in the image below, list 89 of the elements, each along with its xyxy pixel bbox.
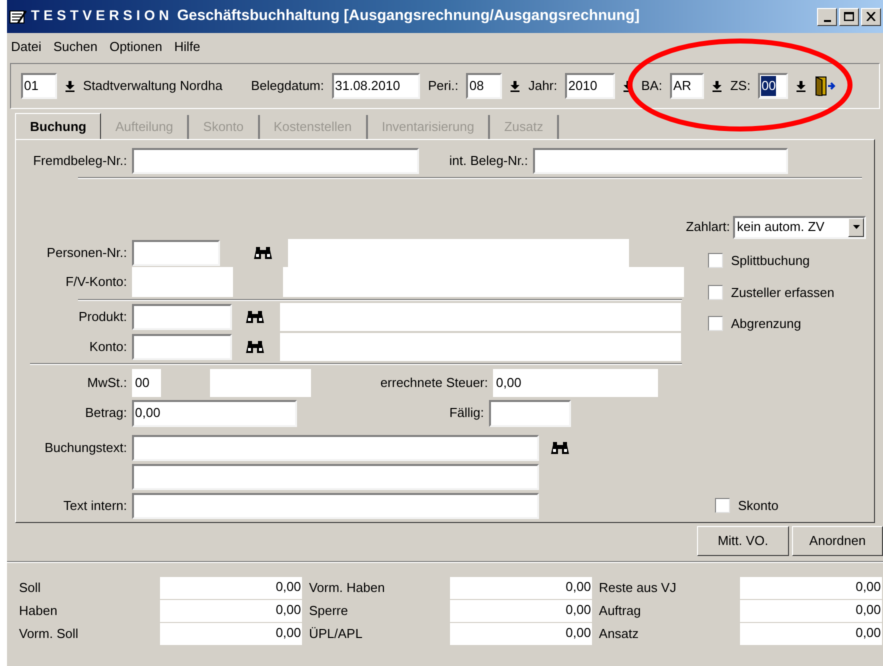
binoculars-icon[interactable]: [246, 340, 264, 354]
minimize-icon: [824, 20, 830, 22]
total-value-field: 0,00: [740, 577, 882, 599]
input-field[interactable]: [132, 304, 232, 330]
total-label: Vorm. Soll: [19, 625, 80, 644]
input-field[interactable]: [132, 492, 539, 518]
input-field[interactable]: [132, 464, 539, 490]
total-value-field: 0,00: [160, 577, 302, 599]
input-field[interactable]: [132, 334, 232, 360]
field-label: ZS:: [730, 77, 750, 96]
checkbox[interactable]: [708, 284, 723, 300]
down-arrow-icon[interactable]: [510, 80, 520, 92]
close-button[interactable]: [861, 8, 881, 26]
maximize-button[interactable]: [839, 8, 859, 26]
input-field[interactable]: 08: [466, 73, 502, 99]
field-label: Personen-Nr.:: [46, 244, 128, 262]
exit-door-icon[interactable]: [814, 76, 836, 96]
field-label: Fällig:: [448, 404, 485, 422]
field-label: Produkt:: [78, 308, 128, 326]
input-field[interactable]: 31.08.2010: [332, 73, 420, 99]
field-label: MwSt.:: [86, 374, 128, 392]
down-arrow-icon[interactable]: [712, 80, 722, 92]
input-field[interactable]: [132, 434, 539, 460]
input-field[interactable]: [132, 240, 220, 266]
menu-item[interactable]: Optionen: [109, 37, 162, 57]
total-value-field: 0,00: [160, 623, 302, 645]
app-icon: [9, 8, 27, 24]
input-field[interactable]: 00: [758, 73, 788, 99]
binoculars-icon[interactable]: [254, 246, 272, 260]
field-label: Belegdatum:: [251, 77, 324, 96]
action-button[interactable]: Anordnen: [792, 526, 883, 556]
input-field[interactable]: [132, 148, 419, 174]
checkbox[interactable]: [715, 498, 730, 513]
total-value-field: 0,00: [740, 600, 882, 622]
close-icon: [866, 12, 876, 21]
input-field[interactable]: 0,00: [493, 369, 658, 397]
menu-item[interactable]: Suchen: [53, 37, 98, 57]
total-label: Sperre: [308, 602, 349, 620]
field-label: Konto:: [88, 338, 128, 356]
total-value-field: 0,00: [450, 623, 592, 645]
checkbox[interactable]: [708, 253, 723, 268]
total-label: Reste aus VJ: [598, 579, 678, 598]
action-button[interactable]: Mitt. VO.: [697, 526, 789, 556]
dropdown-arrow-icon: [852, 225, 860, 229]
checkbox-label: Splittbuchung: [731, 252, 810, 270]
input-field[interactable]: 01: [21, 73, 57, 99]
down-arrow-icon[interactable]: [796, 80, 806, 92]
total-value-field: 0,00: [160, 600, 302, 622]
total-value-field: 0,00: [740, 623, 882, 645]
field-label: errechnete Steuer:: [379, 374, 489, 392]
maximize-icon: [844, 12, 854, 21]
binoculars-icon[interactable]: [246, 310, 264, 324]
input-field[interactable]: 00: [132, 369, 161, 397]
total-label: Vorm. Haben: [308, 579, 386, 598]
field-label: BA:: [641, 77, 662, 96]
field-label: Zahlart:: [686, 218, 730, 236]
menu-item[interactable]: Hilfe: [174, 37, 200, 57]
binoculars-icon[interactable]: [551, 440, 569, 454]
checkbox[interactable]: [708, 316, 723, 332]
window-title: TESTVERSION Geschäftsbuchhaltung [Ausgangsrechnung/Ausgangsrechnung]: [31, 6, 640, 26]
minimize-button[interactable]: [817, 8, 837, 26]
menu-item[interactable]: Datei: [11, 37, 42, 57]
field-label: Peri.:: [428, 77, 458, 96]
input-field[interactable]: 0,00: [132, 400, 297, 426]
field-label: Buchungstext:: [44, 438, 128, 457]
input-field[interactable]: [533, 148, 788, 174]
input-field[interactable]: AR: [670, 73, 704, 99]
total-label: ÜPL/APL: [308, 625, 364, 644]
tab[interactable]: Buchung: [15, 113, 102, 139]
field-label: Text intern:: [62, 496, 128, 515]
input-field[interactable]: [489, 400, 571, 426]
checkbox-label: Zusteller erfassen: [731, 284, 834, 302]
field-label: Betrag:: [84, 404, 128, 422]
input-field[interactable]: 2010: [565, 73, 616, 99]
total-value-field: 0,00: [450, 577, 592, 599]
field-label: Fremdbeleg-Nr.:: [32, 152, 128, 170]
checkbox-label: Skonto: [738, 496, 778, 515]
total-label: Soll: [19, 579, 42, 598]
mandant-name: Stadtverwaltung Nordha: [83, 77, 224, 96]
field-label: Jahr:: [528, 77, 558, 96]
dropdown[interactable]: kein autom. ZV: [733, 216, 866, 238]
total-label: Ansatz: [598, 625, 640, 644]
total-label: Auftrag: [598, 602, 642, 620]
down-arrow-icon[interactable]: [65, 80, 75, 92]
field-label: int. Beleg-Nr.:: [448, 152, 529, 170]
total-label: Haben: [19, 602, 58, 620]
field-label: F/V-Konto:: [64, 273, 128, 292]
total-value-field: 0,00: [450, 600, 592, 622]
checkbox-label: Abgrenzung: [731, 315, 802, 333]
